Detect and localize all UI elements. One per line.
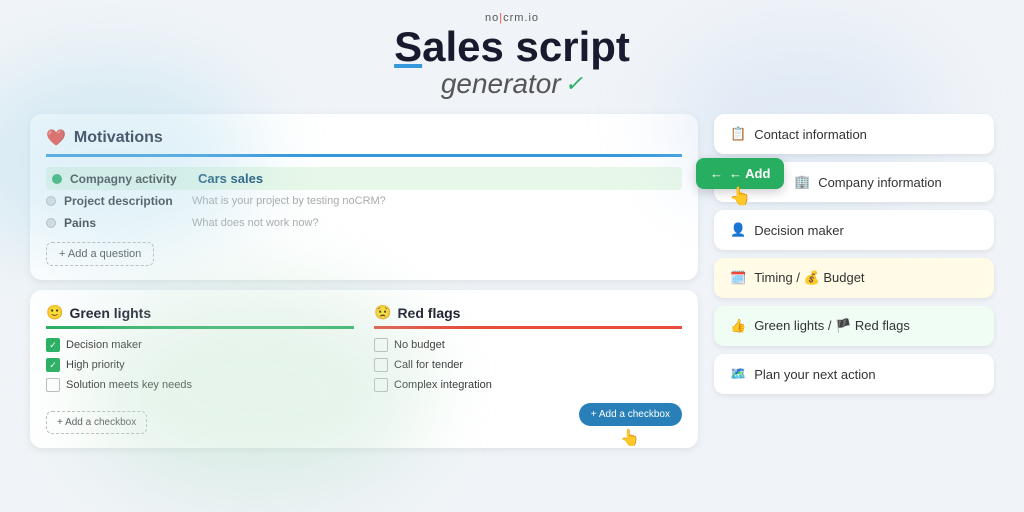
question-label-2: Project description: [64, 194, 184, 208]
inactive-dot-1: [46, 196, 56, 206]
red-item-3: Complex integration: [374, 375, 682, 395]
lights-label: Green lights / 🏴 Red flags: [754, 318, 910, 334]
question-placeholder-2: What is your project by testing noCRM?: [192, 195, 386, 207]
right-card-contact[interactable]: 📋 Contact information: [714, 114, 994, 154]
page-header: no|crm.io Sales script generator ✓: [20, 0, 1004, 100]
question-row-1: Compagny activity Cars sales: [46, 167, 682, 190]
red-icon: 😟: [374, 304, 391, 321]
cursor-icon: 👆: [620, 428, 640, 448]
checkbox-checked-2[interactable]: ✓: [46, 358, 60, 372]
red-flags-title: Red flags: [397, 305, 460, 321]
bottom-row: 🙂 Green lights ✓ Decision maker ✓ High p…: [30, 290, 698, 448]
green-lights-header: 🙂 Green lights: [46, 304, 354, 329]
active-dot: [52, 174, 62, 184]
lights-icon: 👍: [730, 318, 746, 334]
timing-icon: 🗓️: [730, 270, 746, 286]
right-card-timing[interactable]: 🗓️ Timing / 💰 Budget: [714, 258, 994, 298]
plan-icon: 🗺️: [730, 366, 746, 382]
motivations-header: ❤️ Motivations: [46, 128, 682, 157]
title-sales: Sales script: [394, 26, 630, 68]
bottom-buttons: + Add a checkbox + Add a checkbox 👆: [46, 403, 682, 434]
add-red-checkbox-button[interactable]: + Add a checkbox: [579, 403, 682, 426]
company-label: Company information: [818, 175, 942, 190]
checkbox-unchecked-1[interactable]: [46, 378, 60, 392]
red-item-1: No budget: [374, 335, 682, 355]
inactive-dot-2: [46, 218, 56, 228]
green-lights-title: Green lights: [69, 305, 151, 321]
title-generator: generator ✓: [20, 68, 1004, 100]
add-cursor-icon: 👆: [729, 186, 751, 207]
red-flags-header: 😟 Red flags: [374, 304, 682, 329]
add-question-button[interactable]: + Add a question: [46, 242, 154, 266]
question-value-1: Cars sales: [198, 171, 263, 186]
checkbox-unchecked-3[interactable]: [374, 358, 388, 372]
plan-label: Plan your next action: [754, 367, 875, 382]
green-item-2: ✓ High priority: [46, 355, 354, 375]
question-label-3: Pains: [64, 216, 184, 230]
add-label: ← Add: [729, 166, 770, 181]
timing-label: Timing / 💰 Budget: [754, 270, 864, 286]
checkbox-unchecked-4[interactable]: [374, 378, 388, 392]
green-item-1: ✓ Decision maker: [46, 335, 354, 355]
question-row-2: Project description What is your project…: [46, 190, 682, 212]
contact-icon: 📋: [730, 126, 746, 142]
red-item-2: Call for tender: [374, 355, 682, 375]
motivations-title: Motivations: [74, 129, 163, 147]
heart-icon: ❤️: [46, 128, 66, 148]
motivations-card: ❤️ Motivations Compagny activity Cars sa…: [30, 114, 698, 280]
decision-label: Decision maker: [754, 223, 844, 238]
left-column: ❤️ Motivations Compagny activity Cars sa…: [30, 114, 698, 448]
decision-icon: 👤: [730, 222, 746, 238]
green-icon: 🙂: [46, 304, 63, 321]
right-card-plan[interactable]: 🗺️ Plan your next action: [714, 354, 994, 394]
add-green-checkbox-button[interactable]: + Add a checkbox: [46, 411, 147, 434]
arrow-left-icon: ←: [710, 166, 723, 181]
question-row-3: Pains What does not work now?: [46, 212, 682, 234]
green-lights-col: 🙂 Green lights ✓ Decision maker ✓ High p…: [46, 304, 354, 395]
checkbox-unchecked-2[interactable]: [374, 338, 388, 352]
red-flags-col: 😟 Red flags No budget Call for tender: [374, 304, 682, 395]
right-card-greenlights[interactable]: 👍 Green lights / 🏴 Red flags: [714, 306, 994, 346]
green-item-3: Solution meets key needs: [46, 375, 354, 395]
right-column: ← ← Add 👆 📋 Contact information 🏢 Compan…: [714, 114, 994, 448]
lights-card: 🙂 Green lights ✓ Decision maker ✓ High p…: [30, 290, 698, 448]
question-placeholder-3: What does not work now?: [192, 217, 319, 229]
checkbox-checked-1[interactable]: ✓: [46, 338, 60, 352]
add-overlay-button[interactable]: ← ← Add 👆: [696, 158, 784, 189]
question-label-1: Compagny activity: [70, 172, 190, 186]
company-icon: 🏢: [794, 174, 810, 190]
right-card-decision[interactable]: 👤 Decision maker: [714, 210, 994, 250]
contact-label: Contact information: [754, 127, 867, 142]
